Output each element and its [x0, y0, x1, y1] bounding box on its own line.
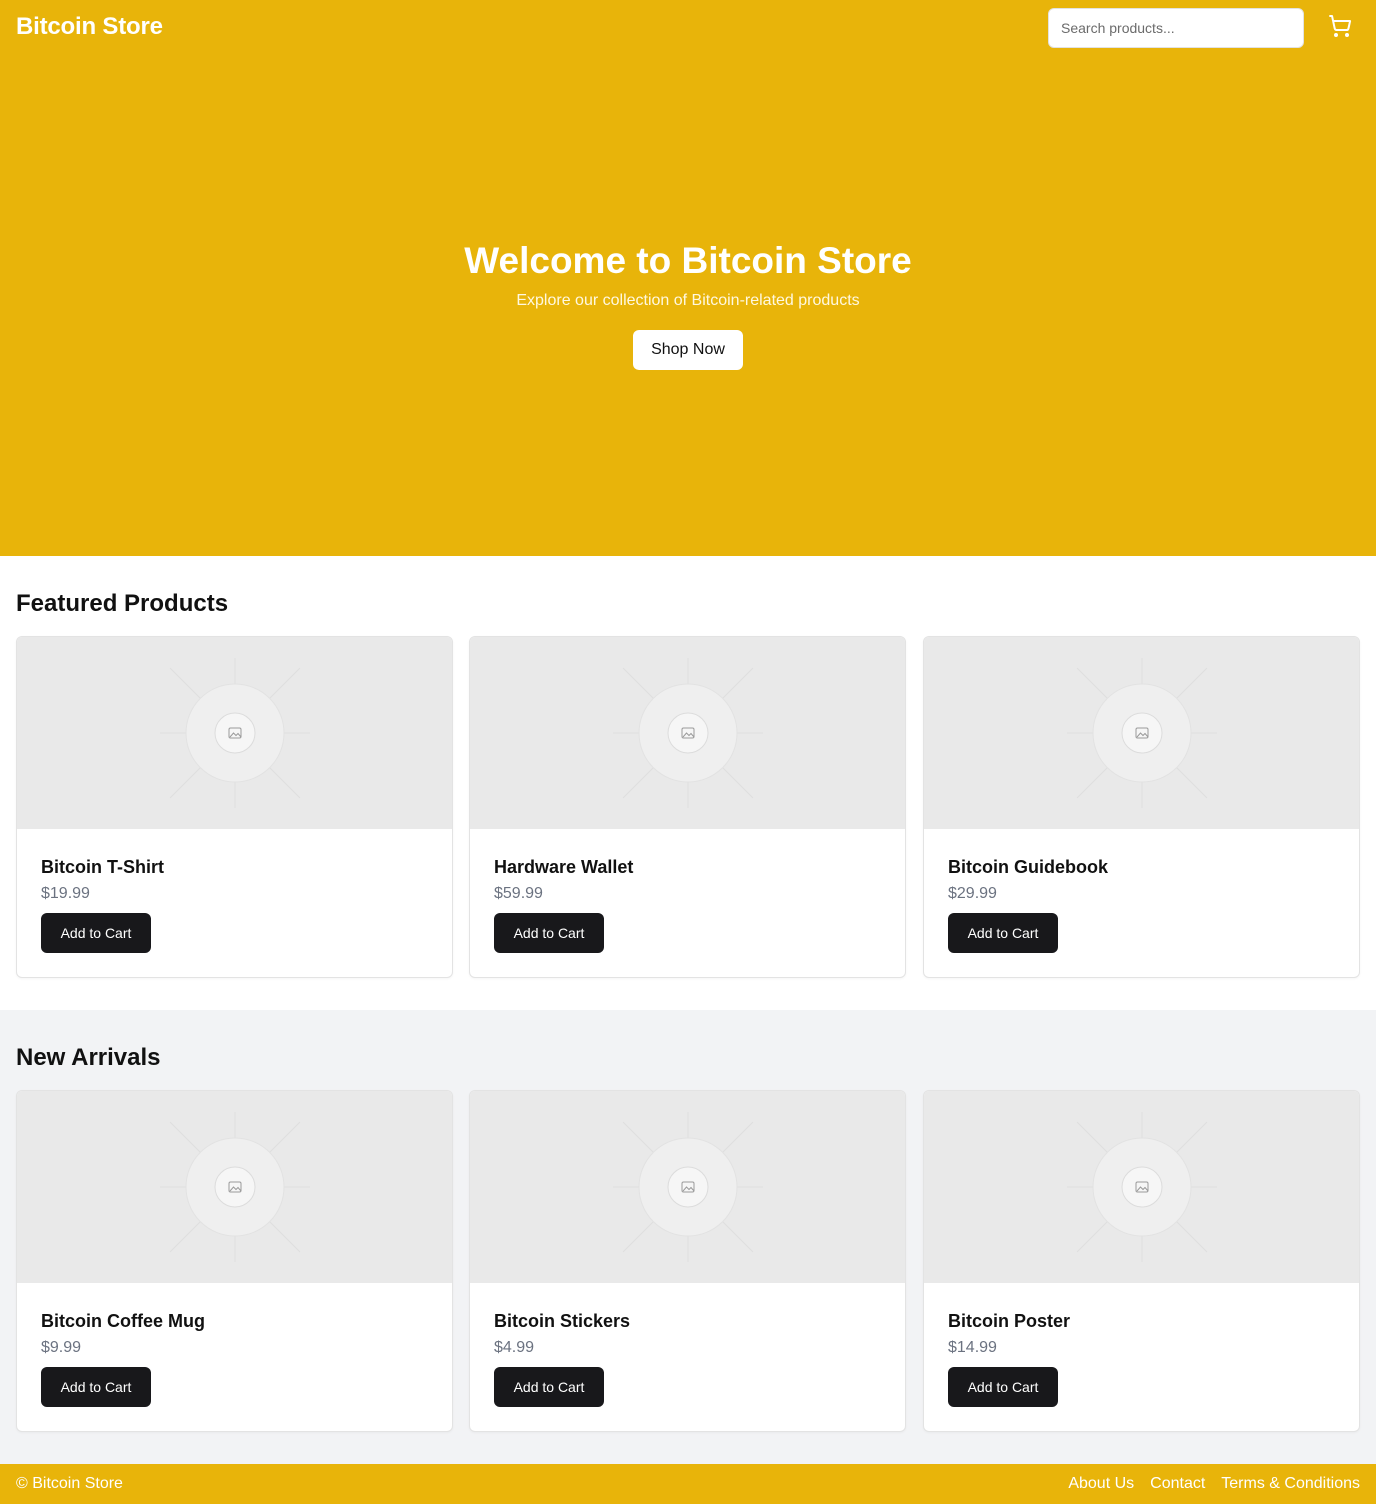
product-card: Hardware Wallet $59.99 Add to Cart	[469, 636, 906, 978]
product-name: Bitcoin Poster	[948, 1311, 1071, 1331]
product-price: $59.99	[494, 885, 543, 902]
product-price: $14.99	[948, 1339, 997, 1356]
product-card: Bitcoin Poster $14.99 Add to Cart	[923, 1090, 1360, 1432]
product-name: Bitcoin Guidebook	[948, 857, 1108, 877]
product-image-placeholder	[17, 1091, 452, 1283]
product-name: Hardware Wallet	[494, 857, 634, 877]
shop-now-button[interactable]: Shop Now	[633, 330, 743, 370]
footer-link-about-us[interactable]: About Us	[1068, 1475, 1134, 1493]
product-price: $29.99	[948, 885, 997, 902]
image-placeholder-icon	[612, 658, 763, 808]
image-placeholder-icon	[1066, 1112, 1217, 1262]
product-image-placeholder	[17, 637, 452, 829]
image-placeholder-icon	[1066, 658, 1217, 808]
product-name: Bitcoin T-Shirt	[41, 857, 164, 877]
product-card: Bitcoin T-Shirt $19.99 Add to Cart	[16, 636, 453, 978]
footer-links: About Us Contact Terms & Conditions	[1068, 1475, 1360, 1493]
add-to-cart-button[interactable]: Add to Cart	[494, 1367, 604, 1407]
product-price: $4.99	[494, 1339, 535, 1356]
add-to-cart-button[interactable]: Add to Cart	[948, 913, 1058, 953]
product-image-placeholder	[470, 1091, 905, 1283]
section-title: New Arrivals	[16, 1044, 161, 1071]
cart-button[interactable]	[1322, 12, 1358, 44]
product-image-placeholder	[924, 637, 1359, 829]
product-name: Bitcoin Stickers	[494, 1311, 631, 1331]
image-placeholder-icon	[159, 1112, 310, 1262]
product-price: $9.99	[41, 1339, 82, 1356]
site-footer: © Bitcoin Store About Us Contact Terms &…	[0, 1464, 1376, 1504]
hero-banner: Bitcoin Store Welcome to Bitcoin Store E…	[0, 0, 1376, 556]
image-placeholder-icon	[612, 1112, 763, 1262]
featured-products-section: Featured Products Bitcoin T-Shirt $19.99…	[0, 556, 1376, 1010]
copyright-text: © Bitcoin Store	[16, 1475, 123, 1492]
add-to-cart-button[interactable]: Add to Cart	[41, 1367, 151, 1407]
new-arrivals-section: New Arrivals Bitcoin Coffee Mug $9.99 Ad…	[0, 1010, 1376, 1464]
product-card: Bitcoin Stickers $4.99 Add to Cart	[469, 1090, 906, 1432]
hero-title: Welcome to Bitcoin Store	[464, 240, 912, 281]
search-input[interactable]	[1048, 8, 1304, 48]
brand-logo[interactable]: Bitcoin Store	[16, 13, 163, 41]
shopping-cart-icon	[1328, 14, 1352, 43]
add-to-cart-button[interactable]: Add to Cart	[494, 913, 604, 953]
product-card: Bitcoin Guidebook $29.99 Add to Cart	[923, 636, 1360, 978]
add-to-cart-button[interactable]: Add to Cart	[41, 913, 151, 953]
footer-link-terms[interactable]: Terms & Conditions	[1221, 1475, 1360, 1493]
footer-link-contact[interactable]: Contact	[1150, 1475, 1205, 1493]
add-to-cart-button[interactable]: Add to Cart	[948, 1367, 1058, 1407]
product-name: Bitcoin Coffee Mug	[41, 1311, 205, 1331]
product-card: Bitcoin Coffee Mug $9.99 Add to Cart	[16, 1090, 453, 1432]
product-image-placeholder	[924, 1091, 1359, 1283]
hero-subtitle: Explore our collection of Bitcoin-relate…	[516, 292, 860, 309]
image-placeholder-icon	[159, 658, 310, 808]
product-image-placeholder	[470, 637, 905, 829]
section-title: Featured Products	[16, 590, 229, 617]
product-price: $19.99	[41, 885, 90, 902]
